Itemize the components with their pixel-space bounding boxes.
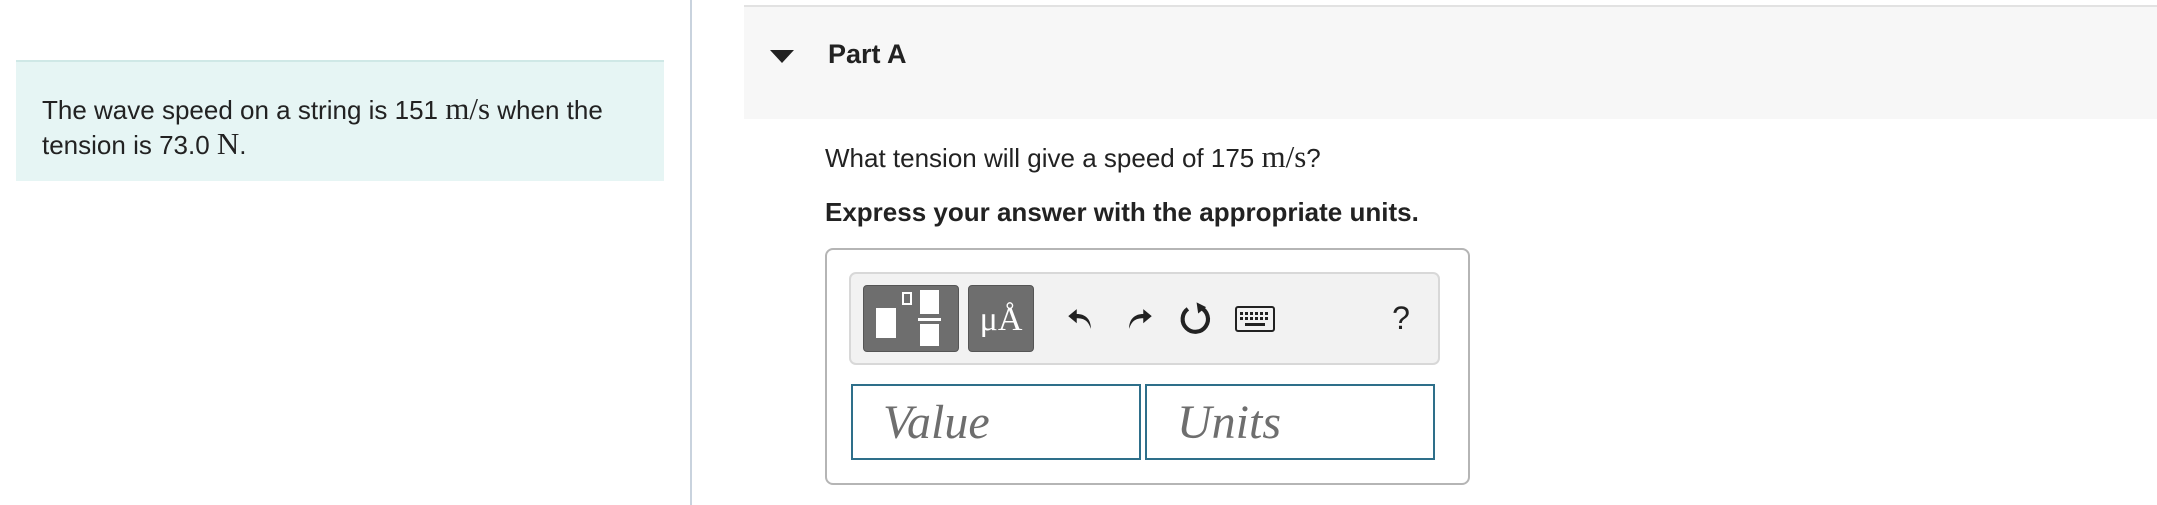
units-icon: μÅ [979,301,1023,338]
problem-text-before: The wave speed on a string is 151 [42,95,446,125]
collapse-caret-icon[interactable] [770,50,794,63]
keyboard-icon [1235,305,1275,332]
undo-button[interactable] [1051,285,1111,352]
question-text: What tension will give a speed of 175 m/… [825,139,1321,175]
part-header[interactable]: Part A [744,5,2157,119]
redo-icon [1129,308,1152,329]
panel-divider [690,0,692,505]
speed-unit: m/s [445,91,491,126]
reset-button[interactable] [1165,285,1225,352]
units-button[interactable]: μÅ [968,285,1034,352]
help-button[interactable]: ? [1371,285,1431,352]
question-text-before: What tension will give a speed of 175 [825,143,1262,173]
part-title: Part A [828,39,907,69]
reset-icon [1180,301,1211,334]
answer-toolbar: μÅ ? [849,272,1440,365]
help-icon: ? [1392,300,1410,336]
value-input[interactable] [851,384,1141,460]
problem-text-after: . [239,130,247,160]
problem-statement: The wave speed on a string is 151 m/s wh… [16,60,664,181]
question-text-after: ? [1306,143,1321,173]
keyboard-button[interactable] [1225,285,1285,352]
templates-button[interactable] [863,285,959,352]
answer-instruction: Express your answer with the appropriate… [825,197,1419,227]
answer-box: μÅ ? Value Units [825,248,1470,485]
undo-icon [1068,308,1091,329]
units-input[interactable] [1145,384,1435,460]
redo-button[interactable] [1109,285,1169,352]
question-unit: m/s [1261,139,1307,174]
tension-unit: N [216,126,240,161]
